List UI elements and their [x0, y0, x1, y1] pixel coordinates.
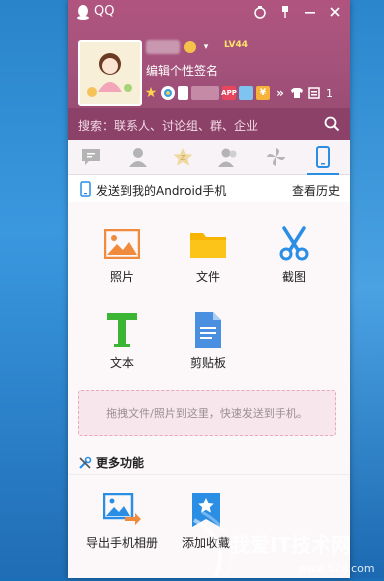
level-badge: LV44 — [224, 40, 248, 50]
chat-icon — [82, 149, 100, 165]
app-manager-icon[interactable] — [307, 86, 321, 100]
phone-icon — [80, 181, 91, 197]
feature-text[interactable]: 文本 — [92, 310, 152, 371]
signature-text[interactable]: 编辑个性签名 — [146, 62, 218, 79]
minimize-icon[interactable] — [301, 3, 319, 21]
photo-icon — [104, 229, 140, 259]
site-watermark: 我爱IT技术网 www.52ij.com — [190, 500, 384, 578]
wallet-icon[interactable] — [239, 86, 253, 100]
feature-file[interactable]: 文件 — [178, 224, 238, 285]
clipboard-icon — [195, 312, 221, 348]
tab-groups[interactable] — [217, 145, 241, 169]
close-icon[interactable] — [326, 3, 344, 21]
desktop-background-right — [350, 0, 384, 578]
more-features-header: 更多功能 — [78, 454, 144, 471]
search-input[interactable]: 搜索：联系人、讨论组、群、企业 — [78, 117, 258, 134]
send-to-phone-row: 发送到我的Android手机 查看历史 — [68, 176, 350, 203]
tab-contacts[interactable] — [126, 145, 150, 169]
watermark-url: www.52ij.com — [298, 562, 375, 575]
feature-photo[interactable]: 照片 — [92, 224, 152, 285]
feature-label: 导出手机相册 — [85, 536, 158, 550]
feature-label: 文本 — [109, 356, 134, 370]
svg-text:Z: Z — [181, 154, 186, 162]
text-icon — [107, 313, 137, 347]
pinwheel-icon — [267, 148, 285, 166]
scissors-icon — [279, 226, 309, 261]
feature-label: 截图 — [281, 270, 306, 284]
more-features-title: 更多功能 — [96, 456, 145, 470]
feature-label: 文件 — [195, 270, 220, 284]
tab-apps[interactable] — [264, 145, 288, 169]
qq-main-window: QQ ▾ LV44 编辑个性签名 ★ APP ¥ » 1 搜索：联系人、讨论组、… — [68, 0, 350, 578]
skin-icon[interactable] — [251, 3, 269, 21]
tab-bar: Z — [68, 140, 350, 175]
status-badge[interactable] — [184, 41, 196, 53]
more-arrow-icon[interactable]: » — [273, 86, 287, 100]
profile-header: QQ ▾ LV44 编辑个性签名 ★ APP ¥ » 1 — [68, 0, 350, 108]
desktop-background-left — [0, 0, 68, 578]
star-icon: Z — [173, 148, 193, 166]
shirt-icon[interactable] — [290, 86, 304, 100]
notification-count: 1 — [326, 86, 333, 100]
phone-icon — [316, 146, 330, 168]
folder-icon — [190, 233, 226, 258]
feature-screenshot[interactable]: 截图 — [264, 224, 324, 285]
drop-zone[interactable]: 拖拽文件/照片到这里，快速发送到手机。 — [78, 390, 336, 436]
nickname[interactable] — [146, 40, 180, 54]
contact-icon — [129, 148, 147, 167]
search-icon[interactable] — [324, 116, 340, 132]
divider — [68, 474, 350, 475]
window-title: QQ — [94, 4, 115, 19]
cloud-icon[interactable] — [161, 86, 175, 100]
group-icon — [218, 148, 237, 167]
pin-icon[interactable] — [276, 3, 294, 21]
search-bar[interactable]: 搜索：联系人、讨论组、群、企业 — [68, 108, 350, 140]
watermark-brand: 我爱IT技术网 — [230, 533, 351, 557]
blurred-app-icon[interactable] — [178, 86, 188, 100]
feature-export-album[interactable]: 导出手机相册 — [82, 490, 162, 551]
tab-favorites[interactable]: Z — [171, 145, 195, 169]
app-store-icon[interactable]: APP — [221, 86, 237, 100]
feature-clipboard[interactable]: 剪贴板 — [178, 310, 238, 371]
chevron-down-icon[interactable]: ▾ — [197, 38, 215, 56]
blurred-area — [191, 86, 219, 100]
tab-phone[interactable] — [307, 145, 339, 175]
star-icon[interactable]: ★ — [144, 85, 158, 101]
export-album-icon — [103, 493, 141, 525]
qq-penguin-icon — [77, 5, 89, 20]
avatar[interactable] — [78, 40, 142, 106]
drop-zone-text: 拖拽文件/照片到这里，快速发送到手机。 — [106, 407, 308, 420]
send-to-phone-label: 发送到我的Android手机 — [96, 184, 227, 198]
view-history-link[interactable]: 查看历史 — [292, 182, 340, 199]
service-icon-row: ★ APP ¥ » 1 — [144, 84, 333, 102]
feature-label: 剪贴板 — [189, 356, 226, 370]
shop-icon[interactable]: ¥ — [256, 86, 270, 100]
tab-messages[interactable] — [79, 145, 103, 169]
feature-label: 照片 — [109, 270, 134, 284]
tools-icon — [79, 456, 92, 469]
